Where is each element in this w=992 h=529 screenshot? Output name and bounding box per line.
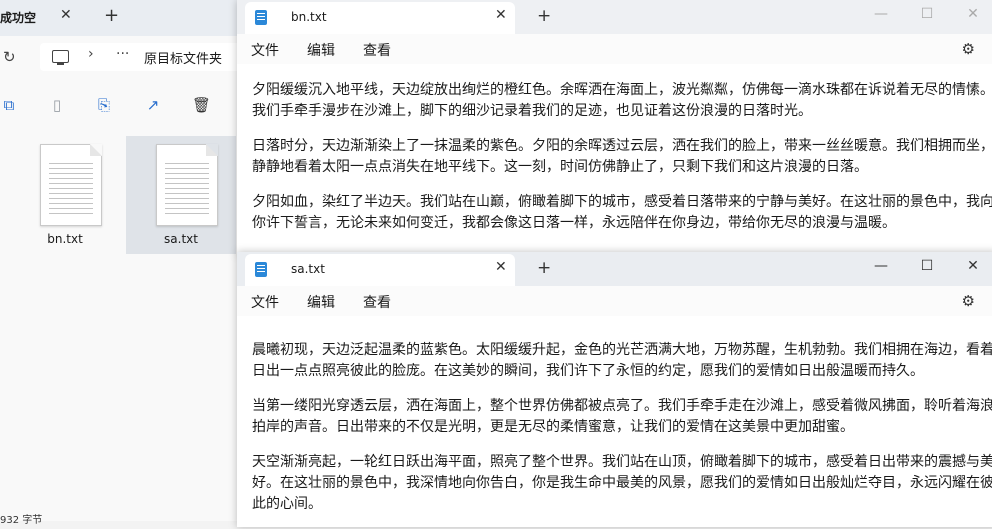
breadcrumb-overflow-icon[interactable]: ··· <box>116 46 129 62</box>
tab-close-icon[interactable]: ✕ <box>495 259 507 275</box>
tab-title: bn.txt <box>291 10 327 24</box>
notepad-icon <box>255 10 267 25</box>
tab-title: sa.txt <box>291 262 325 276</box>
refresh-icon[interactable]: ↻ <box>3 48 16 66</box>
paste-icon[interactable]: ▯ <box>48 96 66 114</box>
menu-file[interactable]: 文件 <box>251 292 279 312</box>
share-icon[interactable]: ↗ <box>144 96 162 114</box>
paragraph: 夕阳如血，染红了半边天。我们站在山巅，俯瞰着脚下的城市，感受着日落带来的宁静与美… <box>252 194 992 231</box>
text-editor-area[interactable]: 夕阳缓缓沉入地平线，天边绽放出绚烂的橙红色。余晖洒在海面上，波光粼粼，仿佛每一滴… <box>252 80 992 248</box>
paragraph: 当第一缕阳光穿透云层，洒在海面上，整个世界仿佛都被点亮了。我们手牵手走在沙滩上，… <box>252 398 992 435</box>
status-bar-text: 932 字节 <box>0 515 43 526</box>
minimize-icon[interactable]: — <box>871 6 891 22</box>
menu-bar: 文件 编辑 查看 ⚙ <box>237 34 992 64</box>
notepad-icon <box>255 262 267 277</box>
tab-bn[interactable]: bn.txt ✕ <box>245 2 515 34</box>
tab-close-icon[interactable]: ✕ <box>495 7 507 23</box>
title-bar[interactable]: bn.txt ✕ + — ☐ ✕ <box>237 0 992 34</box>
minimize-icon[interactable]: — <box>871 258 891 274</box>
notepad-window-bn: bn.txt ✕ + — ☐ ✕ 文件 编辑 查看 ⚙ 夕阳缓缓沉入地平线，天边… <box>237 0 992 255</box>
file-explorer-window: 成功空 ✕ + ↻ › ··· 原目标文件夹 ⧉ ▯ ⎘ ↗ 🗑 bn.txt … <box>0 0 240 526</box>
file-name: sa.txt <box>164 232 198 246</box>
explorer-new-tab-icon[interactable]: + <box>104 5 119 26</box>
explorer-command-bar: ⧉ ▯ ⎘ ↗ 🗑 <box>0 80 240 132</box>
close-icon[interactable]: ✕ <box>963 6 983 22</box>
title-bar[interactable]: sa.txt ✕ + — ☐ ✕ <box>237 252 992 286</box>
notepad-window-sa: sa.txt ✕ + — ☐ ✕ 文件 编辑 查看 ⚙ 晨曦初现，天边泛起温柔的… <box>237 252 992 527</box>
new-tab-icon[interactable]: + <box>537 258 551 278</box>
explorer-tab-close-icon[interactable]: ✕ <box>60 7 72 23</box>
breadcrumb-chevron-icon[interactable]: › <box>88 46 94 62</box>
copy-icon[interactable]: ⧉ <box>0 96 18 114</box>
menu-file[interactable]: 文件 <box>251 40 279 60</box>
settings-gear-icon[interactable]: ⚙ <box>962 292 975 310</box>
paragraph: 天空渐渐亮起，一轮红日跃出海平面，照亮了整个世界。我们站在山顶，俯瞰着脚下的城市… <box>252 454 992 512</box>
tab-sa[interactable]: sa.txt ✕ <box>245 254 515 286</box>
rename-icon[interactable]: ⎘ <box>95 96 113 114</box>
address-bar[interactable]: › ··· 原目标文件夹 <box>40 43 240 71</box>
maximize-icon[interactable]: ☐ <box>917 258 937 274</box>
file-name: bn.txt <box>47 232 83 246</box>
close-icon[interactable]: ✕ <box>963 258 983 274</box>
paragraph: 夕阳缓缓沉入地平线，天边绽放出绚烂的橙红色。余晖洒在海面上，波光粼粼，仿佛每一滴… <box>252 82 992 119</box>
explorer-tab-bar: 成功空 ✕ + <box>0 0 240 36</box>
file-item-sa[interactable]: sa.txt <box>126 136 236 254</box>
file-item-bn[interactable]: bn.txt <box>10 136 120 254</box>
explorer-tab-title[interactable]: 成功空 <box>0 9 36 26</box>
breadcrumb-folder[interactable]: 原目标文件夹 <box>144 48 222 67</box>
explorer-nav-bar: ↻ › ··· 原目标文件夹 <box>0 38 240 76</box>
delete-icon[interactable]: 🗑 <box>192 96 211 114</box>
settings-gear-icon[interactable]: ⚙ <box>962 40 975 58</box>
menu-edit[interactable]: 编辑 <box>307 292 335 312</box>
menu-view[interactable]: 查看 <box>363 40 391 60</box>
paragraph: 日落时分，天边渐渐染上了一抹温柔的紫色。夕阳的余晖透过云层，洒在我们的脸上，带来… <box>252 138 992 175</box>
maximize-icon[interactable]: ☐ <box>917 6 937 22</box>
new-tab-icon[interactable]: + <box>537 6 551 26</box>
text-file-icon <box>40 144 102 226</box>
menu-edit[interactable]: 编辑 <box>307 40 335 60</box>
menu-view[interactable]: 查看 <box>363 292 391 312</box>
paragraph: 晨曦初现，天边泛起温柔的蓝紫色。太阳缓缓升起，金色的光芒洒满大地，万物苏醒，生机… <box>252 342 992 379</box>
text-editor-area[interactable]: 晨曦初现，天边泛起温柔的蓝紫色。太阳缓缓升起，金色的光芒洒满大地，万物苏醒，生机… <box>252 340 992 529</box>
text-file-icon <box>156 144 218 226</box>
this-pc-icon[interactable] <box>52 50 69 65</box>
menu-bar: 文件 编辑 查看 ⚙ <box>237 286 992 316</box>
